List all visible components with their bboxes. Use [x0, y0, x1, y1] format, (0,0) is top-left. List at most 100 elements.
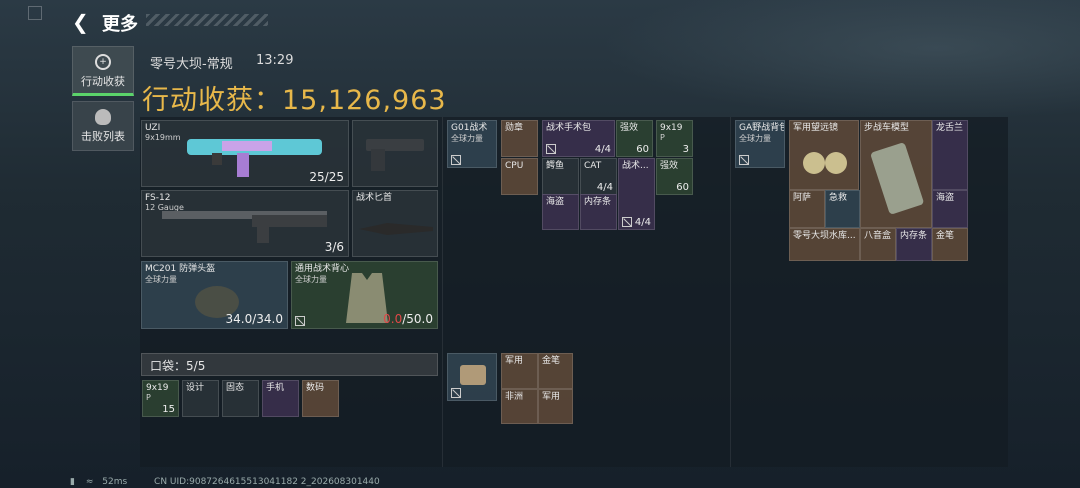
rig-item[interactable]: 海盗: [542, 194, 579, 230]
ammo-type: 9x19mm: [145, 133, 181, 142]
pocket-item[interactable]: 数码: [302, 380, 339, 417]
pocket-item[interactable]: 固态: [222, 380, 259, 417]
item-label: 勋章: [505, 123, 524, 133]
item-label: 零号大坝水库...: [793, 231, 856, 241]
item-count: 3: [682, 144, 689, 155]
rig-item[interactable]: 勋章: [501, 120, 538, 157]
backpack-item[interactable]: 步战车模型: [860, 120, 932, 228]
backpack-item[interactable]: 内存条: [896, 228, 932, 261]
armor-durability: 0.0/50.0: [383, 312, 433, 326]
backpack-item[interactable]: 军用望远镜: [789, 120, 859, 190]
backpack-item[interactable]: 急救: [825, 190, 860, 228]
no-insure-icon: [451, 155, 461, 165]
pocket-header: 口袋：5/5: [141, 353, 438, 376]
pocket-count: 5/5: [186, 359, 206, 373]
status-footer: ▮ ≈ 52ms CN UID:9087264615513041182 2_20…: [70, 477, 380, 487]
match-time: 13:29: [256, 53, 294, 68]
no-insure-icon: [451, 388, 461, 398]
item-label: 固态: [226, 383, 245, 393]
item-label: CPU: [505, 161, 524, 171]
pocket-item[interactable]: 手机: [262, 380, 299, 417]
background-decoration: [600, 0, 1080, 120]
no-insure-icon: [739, 155, 749, 165]
item-label: 金笔: [936, 231, 955, 241]
page-title: 更多: [102, 14, 138, 35]
tab-kills[interactable]: 击败列表: [72, 101, 134, 151]
rig-item[interactable]: CPU: [501, 158, 538, 195]
helmet-slot[interactable]: MC201 防弹头盔 全球力量 34.0/34.0: [141, 261, 288, 329]
rig-item[interactable]: 内存条: [580, 194, 617, 230]
item-label: 战术手术包: [546, 123, 592, 133]
secondary-weapon-slot[interactable]: FS-12 12 Gauge 3/6: [141, 190, 349, 257]
title-stripe: [146, 14, 268, 26]
backpack-item[interactable]: 八音盒: [860, 228, 896, 261]
haul-number: 15,126,963: [282, 85, 447, 116]
tab-haul[interactable]: + 行动收获: [72, 46, 134, 96]
armor-slot[interactable]: 通用战术背心 全球力量 0.0/50.0: [291, 261, 438, 329]
pouch-item[interactable]: 非洲: [501, 389, 538, 424]
rig-item[interactable]: 战术手术包 4/4: [542, 120, 615, 157]
item-label: 强效: [660, 161, 679, 171]
backpack-name: GA野战背包: [739, 123, 785, 133]
weapon-name: UZI: [145, 123, 161, 133]
item-label: 手机: [266, 383, 285, 393]
haul-value: 行动收获：15,126,963: [142, 78, 447, 117]
rig-slot[interactable]: G01战术 全球力量: [447, 120, 497, 168]
skull-icon: [95, 109, 111, 125]
sidearm-slot[interactable]: [352, 120, 438, 187]
rig-item[interactable]: 强效 60: [656, 158, 693, 195]
item-count: 60: [676, 182, 689, 193]
item-label: 阿萨: [793, 193, 812, 203]
melee-slot[interactable]: 战术匕首: [352, 190, 438, 257]
rig-item[interactable]: 鳄鱼: [542, 158, 579, 195]
item-sub: P: [660, 133, 665, 142]
primary-weapon-slot[interactable]: UZI 9x19mm 25/25: [141, 120, 349, 187]
item-label: CAT: [584, 161, 602, 171]
pouch-item[interactable]: 军用: [538, 389, 573, 424]
helmet-durability: 34.0/34.0: [225, 312, 283, 326]
item-count: 60: [636, 144, 649, 155]
item-label: 海盗: [936, 193, 955, 203]
item-label: 鳄鱼: [546, 161, 565, 171]
shotgun-icon: [162, 211, 327, 243]
haul-label: 行动收获：: [142, 85, 282, 116]
backpack-item[interactable]: 龙舌兰: [932, 120, 968, 190]
target-icon: +: [95, 54, 111, 70]
rig-item[interactable]: 9x19 P 3: [656, 120, 693, 157]
no-insure-icon: [622, 217, 632, 227]
item-label: 金笔: [542, 356, 561, 366]
pouch-item[interactable]: 金笔: [538, 353, 573, 389]
item-label: 步战车模型: [864, 123, 910, 133]
helmet-name: MC201 防弹头盔: [145, 264, 216, 274]
backpack-item[interactable]: 阿萨: [789, 190, 825, 228]
back-button[interactable]: ❮: [72, 10, 89, 34]
item-label: 急救: [829, 193, 848, 203]
pocket-item[interactable]: 设计: [182, 380, 219, 417]
item-label: 八音盒: [864, 231, 892, 241]
binoculars-icon: [803, 152, 847, 174]
rig-item[interactable]: 战术... 4/4: [618, 158, 655, 230]
rig-item[interactable]: 强效 60: [616, 120, 653, 157]
backpack-slot[interactable]: GA野战背包 全球力量: [735, 120, 785, 168]
map-name: 零号大坝-常规: [150, 57, 233, 72]
backpack-item[interactable]: 金笔: [932, 228, 968, 261]
vehicle-model-icon: [871, 143, 924, 214]
ammo-count: 25/25: [309, 170, 344, 184]
item-label: 内存条: [584, 197, 612, 207]
rig-item[interactable]: CAT 4/4: [580, 158, 617, 195]
knife-icon: [359, 223, 433, 235]
backpack-item[interactable]: 海盗: [932, 190, 968, 228]
case-icon: [460, 365, 486, 385]
pocket-label: 口袋：: [150, 359, 187, 373]
armor-durability-current: 0.0: [383, 312, 403, 326]
armor-name: 通用战术背心: [295, 264, 350, 274]
rig-name: G01战术: [451, 123, 488, 133]
pouch-item[interactable]: 军用: [501, 353, 538, 389]
secure-case-slot[interactable]: [447, 353, 497, 401]
pocket-item[interactable]: 9x19 P 15: [142, 380, 179, 417]
backpack-sub: 全球力量: [739, 134, 771, 143]
item-label: 9x19: [146, 383, 169, 393]
item-label: 9x19: [660, 123, 683, 133]
backpack-item[interactable]: 零号大坝水库...: [789, 228, 860, 261]
item-count: 4/4: [634, 217, 651, 228]
